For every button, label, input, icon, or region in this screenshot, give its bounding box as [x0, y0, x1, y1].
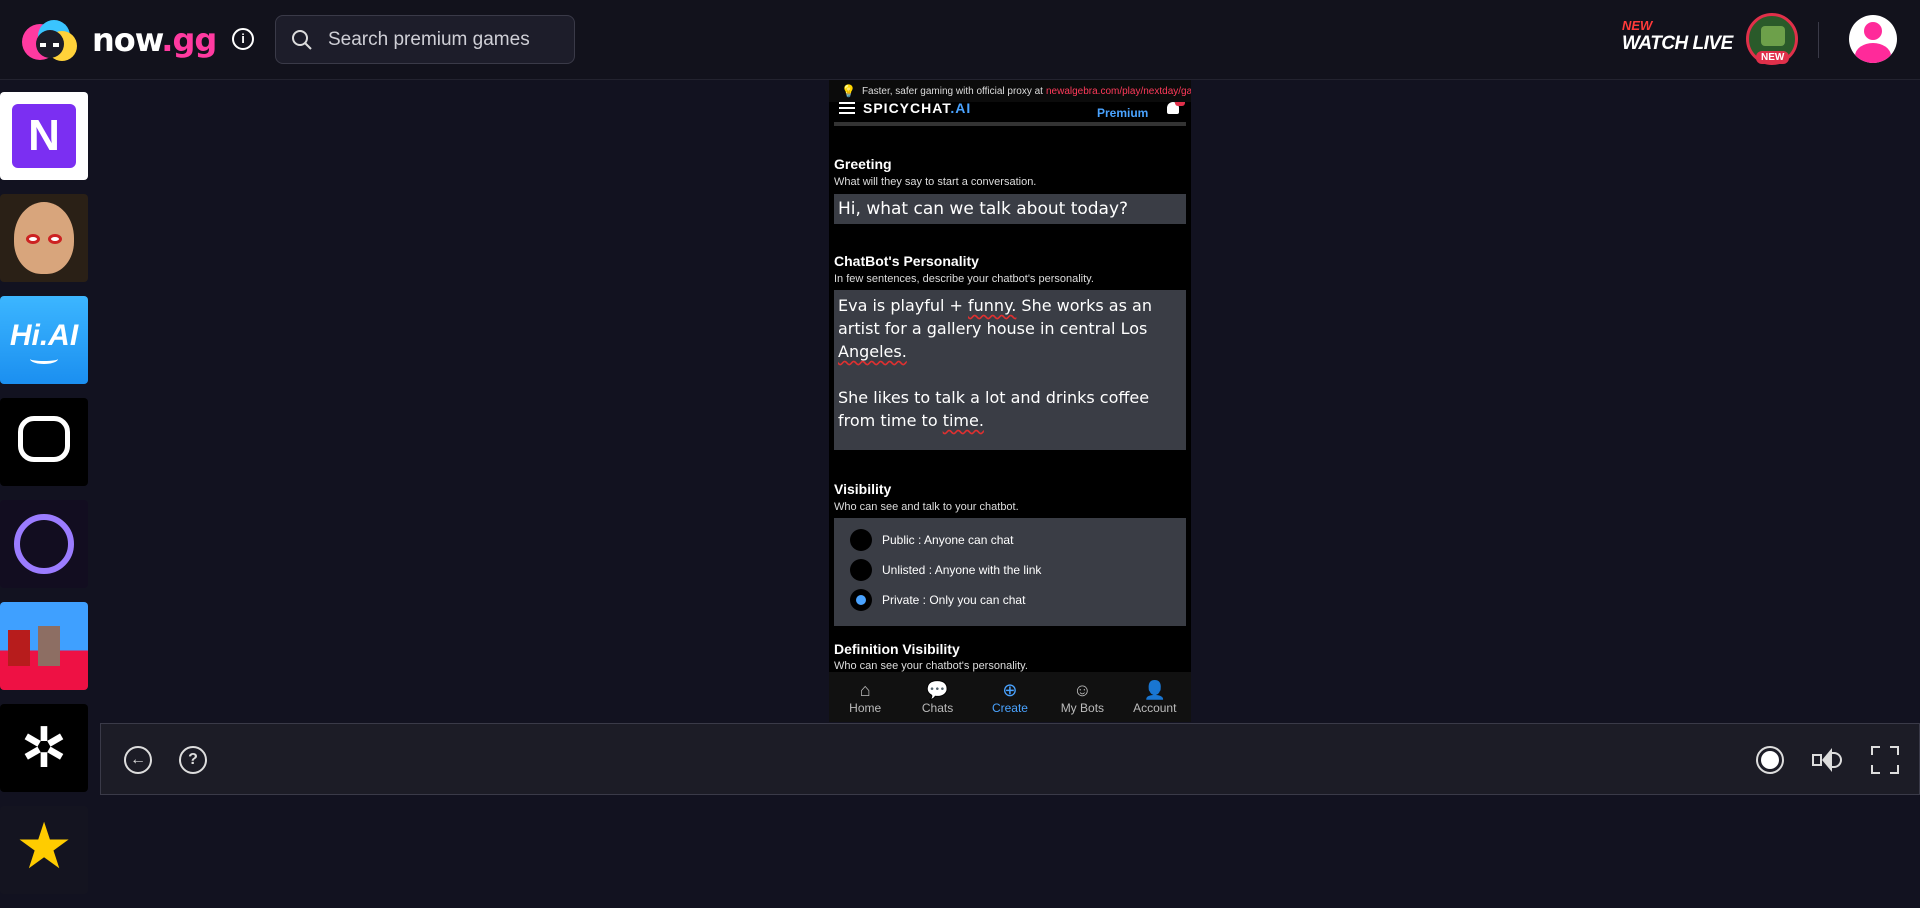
logo-mark-icon [20, 16, 82, 64]
hamburger-menu-icon[interactable] [839, 102, 855, 114]
back-arrow-icon[interactable]: ← [124, 746, 152, 774]
nav-home[interactable]: ⌂ Home [830, 679, 900, 715]
create-icon: ⊕ [1002, 680, 1018, 700]
chats-icon: 💬 [926, 680, 949, 700]
visibility-subtitle: Who can see and talk to your chatbot. [834, 501, 1019, 513]
radio-button-selected[interactable] [850, 589, 872, 611]
sidebar-tile-n-app[interactable]: N [0, 92, 88, 180]
radio-button[interactable] [850, 529, 872, 551]
nav-create[interactable]: ⊕ Create [975, 679, 1045, 715]
bot-icon: ☺ [1073, 680, 1092, 700]
search-box[interactable] [275, 15, 575, 64]
header-divider-line [834, 122, 1186, 126]
radio-unlisted[interactable]: Unlisted : Anyone with the link [850, 559, 1041, 581]
home-icon: ⌂ [859, 680, 871, 700]
personality-subtitle: In few sentences, describe your chatbot'… [834, 273, 1094, 285]
proxy-banner-link[interactable]: newalgebra.com/play/nextday/gam [1046, 86, 1191, 97]
search-icon [290, 28, 314, 52]
record-icon[interactable] [1756, 746, 1784, 774]
volume-icon[interactable] [1812, 746, 1842, 774]
nav-account[interactable]: 👤 Account [1120, 679, 1190, 715]
info-icon[interactable]: i [232, 28, 254, 50]
spicychat-logo[interactable]: SPICYCHAT.AI [863, 100, 971, 116]
help-icon[interactable]: ? [179, 746, 207, 774]
game-sidebar: N Hi.AI ✲ ★ [0, 92, 88, 908]
fullscreen-icon[interactable] [1871, 746, 1899, 774]
lightbulb-icon: 💡 [841, 84, 856, 98]
user-avatar[interactable] [1849, 15, 1897, 63]
sidebar-tile-star-app[interactable]: ★ [0, 806, 88, 894]
sidebar-tile-chat-app[interactable] [0, 398, 88, 486]
sidebar-tile-talkie-app[interactable] [0, 500, 88, 588]
sidebar-tile-baby-game[interactable] [0, 194, 88, 282]
personality-title: ChatBot's Personality [834, 253, 979, 269]
greeting-subtitle: What will they say to start a conversati… [834, 176, 1037, 188]
watch-live-button[interactable]: NEW WATCH LIVE [1622, 18, 1733, 55]
sidebar-tile-chatgpt-app[interactable]: ✲ [0, 704, 88, 792]
definition-visibility-subtitle: Who can see your chatbot's personality. [834, 660, 1028, 672]
account-icon: 👤 [1143, 680, 1166, 700]
game-control-bar: ← ? [100, 723, 1920, 795]
top-bar: now.gg i NEW WATCH LIVE NEW [0, 0, 1920, 80]
visibility-options: Public : Anyone can chat Unlisted : Anyo… [834, 518, 1186, 626]
nav-chats[interactable]: 💬 Chats [903, 679, 973, 715]
personality-textarea[interactable]: Eva is playful + funny. She works as an … [834, 290, 1186, 450]
now-gg-logo[interactable]: now.gg [20, 16, 217, 64]
sidebar-tile-minecraft-style-game[interactable] [0, 602, 88, 690]
logo-text: now.gg [92, 21, 217, 59]
game-frame: SPICYCHAT.AI Premium 💡 Faster, safer gam… [829, 80, 1191, 722]
radio-public[interactable]: Public : Anyone can chat [850, 529, 1013, 551]
proxy-banner-text: Faster, safer gaming with official proxy… [861, 85, 1043, 97]
nav-my-bots[interactable]: ☺ My Bots [1047, 679, 1117, 715]
greeting-title: Greeting [834, 156, 892, 172]
watch-live-new-label: NEW [1622, 18, 1653, 33]
radio-button[interactable] [850, 559, 872, 581]
app-bottom-nav: ⌂ Home 💬 Chats ⊕ Create ☺ My Bots 👤 Account [829, 672, 1191, 722]
radio-private[interactable]: Private : Only you can chat [850, 589, 1025, 611]
premium-link[interactable]: Premium [1097, 106, 1148, 120]
live-new-badge: NEW [1756, 51, 1790, 64]
definition-visibility-title: Definition Visibility [834, 641, 960, 657]
proxy-banner: 💡 Faster, safer gaming with official pro… [829, 80, 1191, 102]
greeting-input[interactable] [834, 194, 1186, 224]
header-divider [1818, 22, 1819, 58]
visibility-title: Visibility [834, 481, 892, 497]
search-input[interactable] [328, 28, 548, 51]
sidebar-tile-hi-ai[interactable]: Hi.AI [0, 296, 88, 384]
watch-live-label: WATCH LIVE [1622, 33, 1733, 54]
